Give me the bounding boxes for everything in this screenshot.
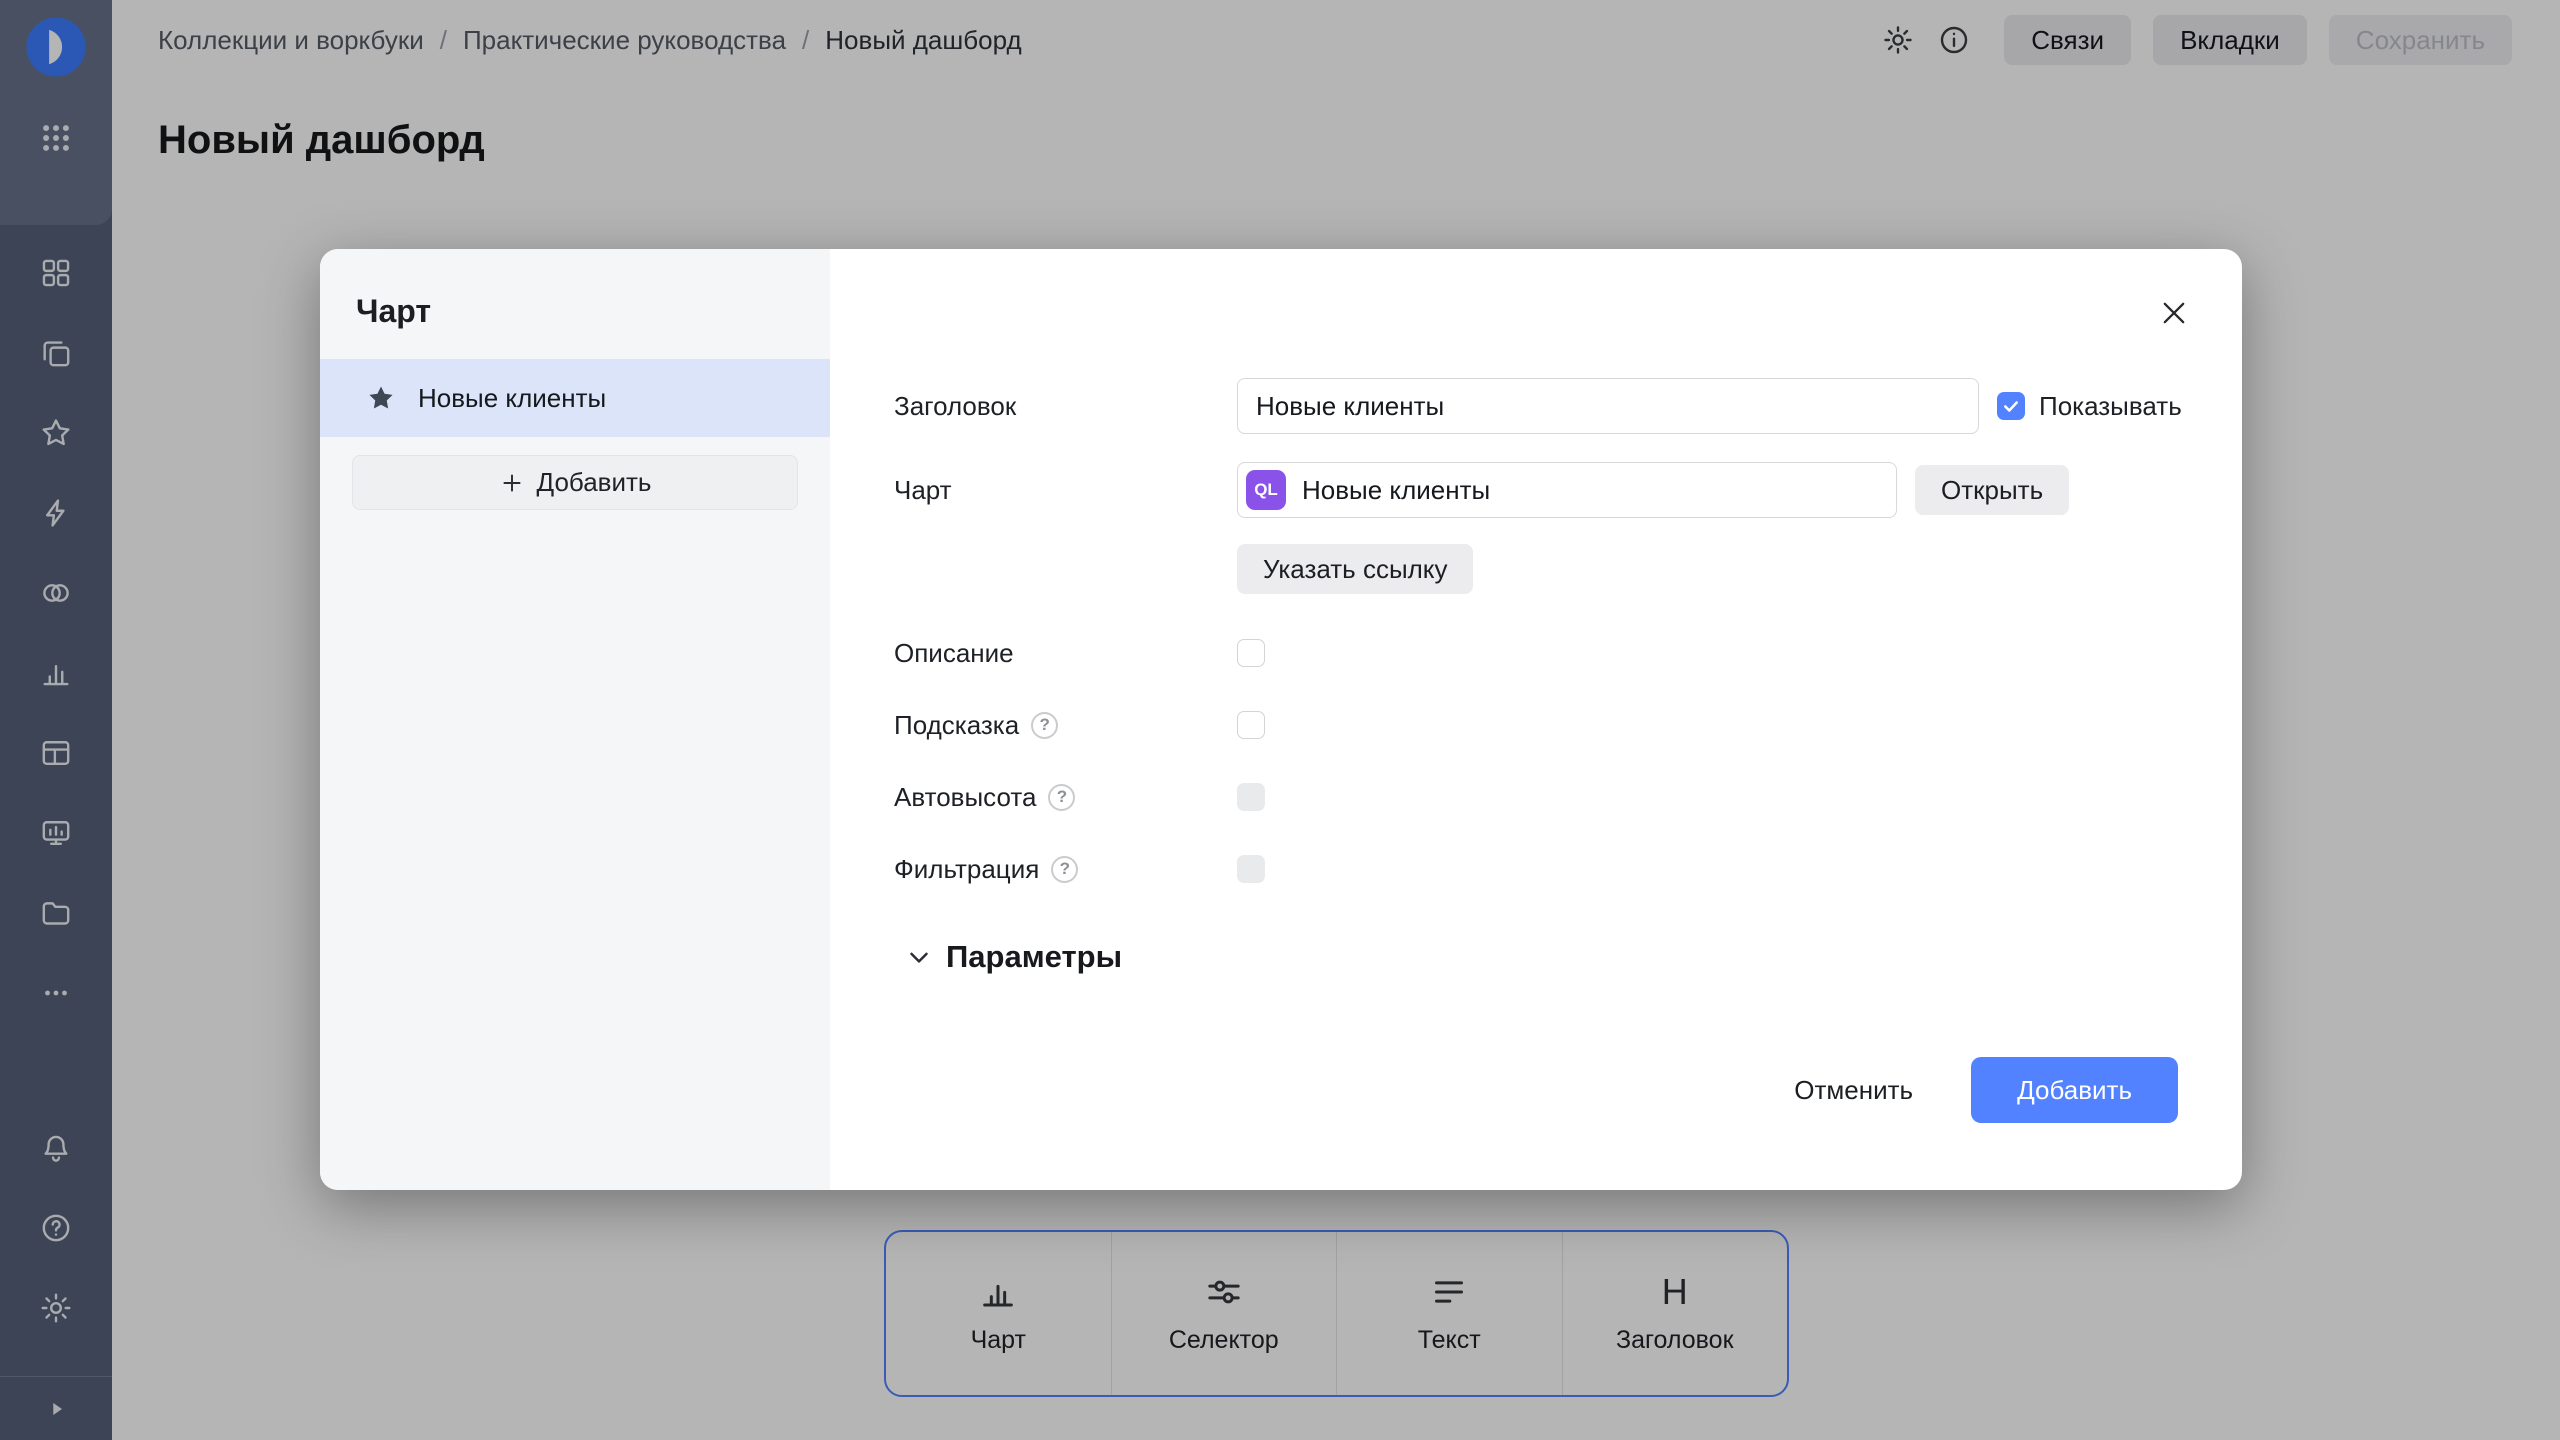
description-checkbox[interactable] bbox=[1237, 639, 1265, 667]
hint-row: Подсказка ? bbox=[894, 697, 2202, 753]
show-title-label: Показывать bbox=[2039, 391, 2182, 422]
add-button[interactable]: Добавить bbox=[1971, 1057, 2178, 1123]
panel-add-button[interactable]: Добавить bbox=[352, 455, 798, 510]
autoheight-label: Автовысота bbox=[894, 782, 1036, 813]
modal-footer: Отменить Добавить bbox=[1772, 1057, 2178, 1123]
hint-checkbox[interactable] bbox=[1237, 711, 1265, 739]
panel-add-label: Добавить bbox=[537, 467, 652, 498]
ql-badge: QL bbox=[1246, 470, 1286, 510]
chart-row: Чарт QL Новые клиенты Открыть bbox=[894, 462, 2202, 518]
modal-side-panel: Чарт Новые клиенты Добавить bbox=[320, 249, 830, 1190]
title-input[interactable] bbox=[1237, 378, 1979, 434]
filtering-label: Фильтрация bbox=[894, 854, 1039, 885]
close-icon[interactable] bbox=[2152, 291, 2196, 335]
chart-list-item-selected[interactable]: Новые клиенты bbox=[320, 359, 830, 437]
checkmark-icon bbox=[2003, 400, 2019, 413]
filtering-checkbox-disabled bbox=[1237, 855, 1265, 883]
params-label: Параметры bbox=[946, 939, 1122, 975]
add-chart-modal: Чарт Новые клиенты Добавить bbox=[320, 249, 2242, 1190]
title-label: Заголовок bbox=[894, 391, 1237, 422]
show-title-checkbox[interactable] bbox=[1997, 392, 2025, 420]
chevron-down-icon bbox=[904, 942, 934, 972]
chart-name: Новые клиенты bbox=[1302, 475, 1490, 506]
filtering-help-icon[interactable]: ? bbox=[1051, 856, 1078, 883]
hint-help-icon[interactable]: ? bbox=[1031, 712, 1058, 739]
title-row: Заголовок Показывать bbox=[894, 378, 2202, 434]
autoheight-checkbox-disabled bbox=[1237, 783, 1265, 811]
autoheight-row: Автовысота ? bbox=[894, 769, 2202, 825]
params-section-toggle[interactable]: Параметры bbox=[904, 929, 1122, 985]
star-icon bbox=[366, 383, 396, 413]
modal-form: Заголовок Показывать Чарт QL Новые клиен… bbox=[830, 249, 2242, 1190]
chart-select-field[interactable]: QL Новые клиенты bbox=[1237, 462, 1897, 518]
filtering-row: Фильтрация ? bbox=[894, 841, 2202, 897]
chart-label: Чарт bbox=[894, 475, 1237, 506]
modal-panel-title: Чарт bbox=[356, 293, 830, 330]
chart-list-item-label: Новые клиенты bbox=[418, 383, 606, 414]
description-row: Описание bbox=[894, 625, 2202, 681]
description-label: Описание bbox=[894, 638, 1237, 669]
link-row: Указать ссылку bbox=[894, 544, 2202, 594]
hint-label: Подсказка bbox=[894, 710, 1019, 741]
cancel-button[interactable]: Отменить bbox=[1772, 1057, 1935, 1123]
specify-link-button[interactable]: Указать ссылку bbox=[1237, 544, 1473, 594]
autoheight-help-icon[interactable]: ? bbox=[1048, 784, 1075, 811]
open-chart-button[interactable]: Открыть bbox=[1915, 465, 2069, 515]
plus-icon bbox=[499, 470, 525, 496]
